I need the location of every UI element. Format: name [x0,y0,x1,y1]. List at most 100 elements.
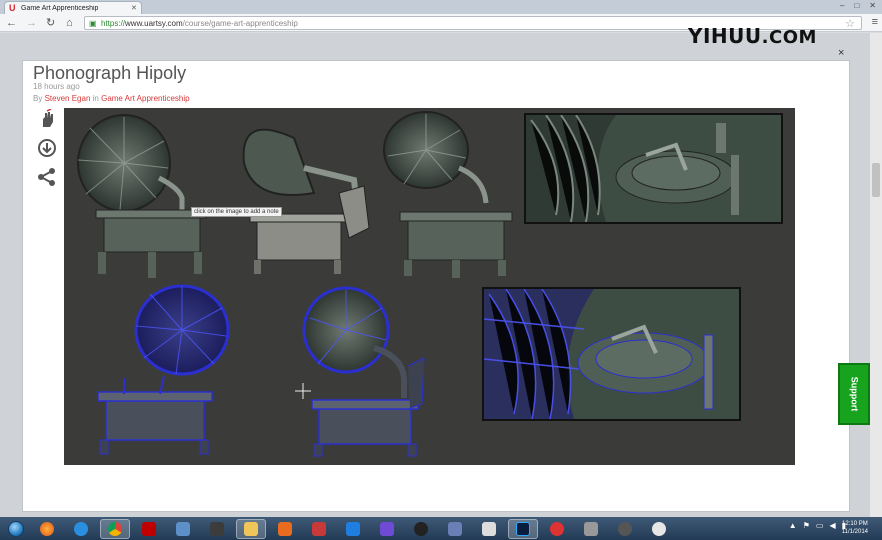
chrome-menu-icon[interactable]: ≡ [872,16,878,28]
maximize-icon[interactable]: □ [854,1,859,10]
window-controls: – □ ✕ [840,1,876,10]
course-link[interactable]: Game Art Apprenticeship [101,94,190,103]
url-path: /course/game-art-apprenticeship [182,18,298,28]
system-tray: ▲ ⚑ ▭ ◀ ▮ [789,521,846,530]
detail-render-bottom [484,289,739,419]
network-icon[interactable]: ▭ [816,521,824,530]
uartsy-logo-icon: U [9,2,16,13]
tab-close-icon[interactable]: ✕ [131,4,137,12]
taskbar-app-12[interactable] [406,519,436,539]
dropbox-icon [346,521,360,536]
phonograph-model-3 [383,111,513,278]
taskbar-dropbox[interactable] [338,519,368,539]
browser-tab[interactable]: U Game Art Apprenticeship ✕ [4,1,142,14]
image-modal: Phonograph Hipoly 18 hours ago By Steven… [22,60,850,512]
app-icon-16 [550,521,564,536]
taskbar-app-17[interactable] [576,519,606,539]
modal-close-icon[interactable]: × [838,47,844,59]
byline: By Steven Egan in Game Art Apprenticeshi… [33,94,190,103]
render-image[interactable]: click on the image to add a note [64,108,795,465]
tab-strip: U Game Art Apprenticeship ✕ – □ ✕ [0,0,882,14]
taskbar-app-5[interactable] [168,519,198,539]
taskbar-app-19[interactable] [644,519,674,539]
image-toolbar [37,109,59,196]
timestamp: 18 hours ago [33,82,80,91]
forward-icon[interactable]: → [26,16,37,30]
scroll-thumb[interactable] [872,163,880,197]
page-title: Phonograph Hipoly [33,63,187,83]
media-player-icon [278,521,292,536]
taskbar-photoshop[interactable] [508,518,538,539]
app-icon-5 [176,521,190,536]
taskbar-ie[interactable] [66,519,96,539]
taskbar-filezilla[interactable] [134,519,164,539]
phonograph-model-1 [77,114,207,278]
folder-icon [244,521,258,536]
zbrush-icon [482,521,496,536]
app-icon-11 [380,521,394,536]
phonograph-model-2 [242,128,370,274]
windows-taskbar: ▲ ⚑ ▭ ◀ ▮ 12:10 PM 11/1/2014 [0,517,882,540]
taskbar-app-6[interactable] [202,519,232,539]
note-hint-tooltip: click on the image to add a note [191,207,282,217]
clock-date: 11/1/2014 [841,529,868,535]
filezilla-icon [142,521,156,536]
system-clock[interactable]: 12:10 PM 11/1/2014 [842,520,868,536]
watermark-suffix: .COM [761,27,817,48]
taskbar-explorer[interactable] [236,518,266,539]
minimize-icon[interactable]: – [840,1,844,10]
internet-explorer-icon [74,521,88,536]
crosshair-cursor-icon [295,383,311,399]
taskbar-app-16[interactable] [542,519,572,539]
firefox-icon [40,521,54,536]
download-icon[interactable] [37,138,57,158]
taskbar-app-9[interactable] [304,519,334,539]
taskbar-zbrush[interactable] [474,519,504,539]
taskbar-app-18[interactable] [610,519,640,539]
back-icon[interactable]: ← [6,16,17,30]
windows-orb-icon [8,520,24,537]
url-scheme: https:// [101,18,126,28]
detail-inset-bottom [482,287,741,421]
taskbar-chrome[interactable] [100,518,130,539]
clock-time: 12:10 PM [842,521,868,527]
close-window-icon[interactable]: ✕ [869,1,876,10]
app-icon-19 [652,521,666,536]
app-icon-6 [210,521,224,536]
share-icon[interactable] [37,167,57,187]
page-scrollbar[interactable] [870,33,882,517]
app-icon-9 [312,521,326,536]
flag-icon[interactable]: ⚑ [803,521,810,530]
detail-render-top [526,115,781,222]
watermark: YIHUU.COM [688,24,817,48]
detail-inset-top [524,113,783,224]
tray-arrow-icon[interactable]: ▲ [789,521,797,530]
tab-title: Game Art Apprenticeship [21,4,99,12]
support-label: Support [849,376,859,412]
support-button[interactable]: Support [838,363,870,425]
chrome-icon [108,521,122,536]
lock-icon: ▣ [89,18,97,28]
taskbar-app-11[interactable] [372,519,402,539]
bookmark-star-icon[interactable]: ☆ [845,17,855,30]
byline-in: in [92,94,99,103]
url-host: www.uartsy.com [125,18,183,28]
hand-note-icon[interactable] [37,109,57,129]
wireframe-model-2 [302,286,425,457]
start-button[interactable] [4,518,28,540]
app-icon-18 [618,521,632,536]
taskbar-app-13[interactable] [440,519,470,539]
app-icon-17 [584,521,598,536]
wireframe-model-1 [97,284,230,455]
app-icon-12 [414,521,428,536]
author-link[interactable]: Steven Egan [45,94,91,103]
byline-prefix: By [33,94,43,103]
taskbar-firefox[interactable] [32,519,62,539]
app-icon-13 [448,521,462,536]
volume-icon[interactable]: ◀ [829,521,835,530]
taskbar-media[interactable] [270,519,300,539]
home-icon[interactable]: ⌂ [66,16,73,30]
watermark-brand: YIHUU [688,24,762,48]
photoshop-icon [516,521,530,536]
reload-icon[interactable]: ↻ [46,16,55,30]
